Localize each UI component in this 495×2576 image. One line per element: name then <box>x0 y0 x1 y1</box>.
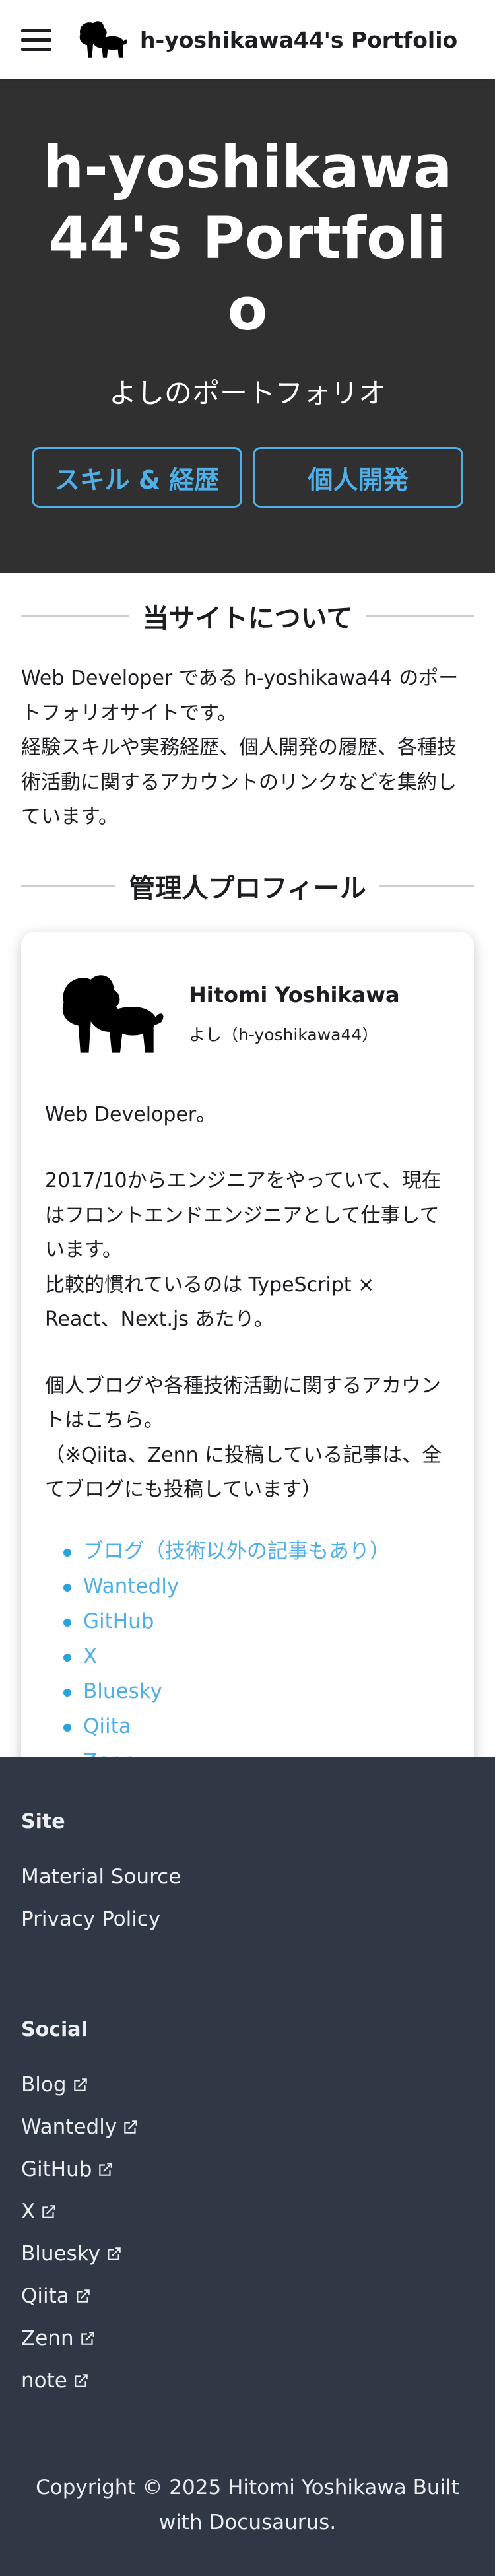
profile-card: Hitomi Yoshikawa よし（h-yoshikawa44） Web D… <box>21 931 474 1850</box>
bluesky-link[interactable]: Bluesky <box>83 1679 162 1703</box>
external-link-icon <box>42 2205 55 2218</box>
footer: Site Material Source Privacy Policy Soci… <box>0 1757 495 2576</box>
footer-social-links: Blog Wantedly GitHub X Bluesky Qiita Zen… <box>21 2064 474 2402</box>
profile-handle: よし（h-yoshikawa44） <box>189 1025 379 1044</box>
qiita-link[interactable]: Qiita <box>83 1714 131 1738</box>
about-text: Web Developer である h-yoshikawa44 のポートフォリオ… <box>0 635 495 835</box>
footer-link-label: Bluesky <box>21 2242 100 2266</box>
lion-avatar-icon <box>62 974 164 1053</box>
hero-banner: h-yoshikawa44's Portfolio よしのポートフォリオ スキル… <box>0 79 495 573</box>
footer-link-note[interactable]: note <box>21 2359 474 2402</box>
profile-name-block: Hitomi Yoshikawa よし（h-yoshikawa44） <box>189 982 400 1046</box>
list-item: Qiita <box>63 1709 450 1744</box>
x-link[interactable]: X <box>83 1644 97 1668</box>
about-section: 当サイトについて Web Developer である h-yoshikawa44… <box>0 573 495 835</box>
profile-accounts-line: （※Qiita、Zenn に投稿している記事は、全てブログにも投稿しています） <box>45 1443 442 1502</box>
profile-section: 管理人プロフィール Hitomi Yoshikawa よし（h-yoshikaw… <box>0 835 495 1850</box>
external-link-icon <box>77 2289 90 2303</box>
skills-career-button[interactable]: スキル & 経歴 <box>32 447 242 508</box>
footer-link-bluesky[interactable]: Bluesky <box>21 2233 474 2275</box>
footer-link-wantedly[interactable]: Wantedly <box>21 2106 474 2148</box>
lion-logo-icon <box>79 21 127 58</box>
footer-link-material-source[interactable]: Material Source <box>21 1856 474 1898</box>
navbar-brand[interactable]: h-yoshikawa44's Portfolio <box>71 17 457 63</box>
footer-link-blog[interactable]: Blog <box>21 2064 474 2106</box>
hero-title: h-yoshikawa44's Portfolio <box>42 133 453 343</box>
profile-heading: 管理人プロフィール <box>0 867 495 905</box>
profile-accounts-text: 個人ブログや各種技術活動に関するアカウントはこちら。 （※Qiita、Zenn … <box>45 1369 450 1508</box>
divider <box>21 885 116 887</box>
about-paragraph: Web Developer である h-yoshikawa44 のポートフォリオ… <box>21 667 459 725</box>
footer-site-title: Site <box>21 1810 65 1833</box>
footer-link-github[interactable]: GitHub <box>21 2148 474 2190</box>
hero-buttons: スキル & 経歴 個人開発 <box>0 447 495 508</box>
profile-accounts-line: 個人ブログや各種技術活動に関するアカウントはこちら。 <box>45 1374 441 1433</box>
personal-dev-button[interactable]: 個人開発 <box>253 447 463 508</box>
profile-title: 管理人プロフィール <box>129 873 366 904</box>
about-paragraph: 経験スキルや実務経歴、個人開発の履歴、各種技術活動に関するアカウントのリンクなど… <box>21 736 457 829</box>
wantedly-link[interactable]: Wantedly <box>83 1575 179 1598</box>
external-link-icon <box>73 2078 87 2091</box>
external-link-icon <box>108 2247 121 2260</box>
footer-link-label: GitHub <box>21 2157 92 2181</box>
footer-site-links: Material Source Privacy Policy <box>21 1856 474 1940</box>
external-link-icon <box>124 2120 137 2134</box>
list-item: X <box>63 1639 450 1674</box>
blog-link[interactable]: ブログ（技術以外の記事もあり） <box>83 1540 390 1563</box>
copyright: Copyright © 2025 Hitomi Yoshikawa Built … <box>36 2476 459 2535</box>
external-link-icon <box>75 2374 88 2387</box>
profile-career: 2017/10からエンジニアをやっていて、現在はフロントエンドエンジニアとして仕… <box>45 1164 450 1338</box>
divider <box>366 615 474 617</box>
list-item: Wantedly <box>63 1569 450 1604</box>
footer-link-label: Wantedly <box>21 2115 117 2139</box>
footer-social-title: Social <box>21 2018 88 2041</box>
footer-link-privacy-policy[interactable]: Privacy Policy <box>21 1898 474 1940</box>
profile-intro: Web Developer。 <box>45 1102 216 1126</box>
footer-link-zenn[interactable]: Zenn <box>21 2317 474 2359</box>
divider <box>379 885 475 887</box>
navbar-title: h-yoshikawa44's Portfolio <box>140 26 458 53</box>
navbar: h-yoshikawa44's Portfolio <box>0 0 495 79</box>
hero-subtitle: よしのポートフォリオ <box>108 377 386 410</box>
external-link-icon <box>99 2163 113 2176</box>
profile-career-line: 比較的慣れているのは TypeScript × React、Next.js あた… <box>45 1273 375 1332</box>
github-link[interactable]: GitHub <box>83 1610 154 1633</box>
about-heading: 当サイトについて <box>0 597 495 635</box>
footer-link-label: Zenn <box>21 2326 74 2350</box>
footer-link-label: note <box>21 2369 67 2392</box>
list-item: Bluesky <box>63 1674 450 1709</box>
list-item: ブログ（技術以外の記事もあり） <box>63 1534 450 1569</box>
footer-link-label: Blog <box>21 2073 67 2097</box>
footer-link-label: X <box>21 2200 36 2223</box>
footer-link-qiita[interactable]: Qiita <box>21 2275 474 2317</box>
about-title: 当サイトについて <box>142 603 353 634</box>
footer-link-label: Qiita <box>21 2284 69 2308</box>
hamburger-menu-icon[interactable] <box>21 22 55 57</box>
external-link-icon <box>81 2332 94 2345</box>
profile-career-line: 2017/10からエンジニアをやっていて、現在はフロントエンドエンジニアとして仕… <box>45 1169 442 1262</box>
list-item: GitHub <box>63 1604 450 1639</box>
profile-name: Hitomi Yoshikawa <box>189 982 400 1007</box>
divider <box>21 615 129 617</box>
footer-link-x[interactable]: X <box>21 2190 474 2233</box>
profile-header: Hitomi Yoshikawa よし（h-yoshikawa44） <box>45 965 450 1064</box>
